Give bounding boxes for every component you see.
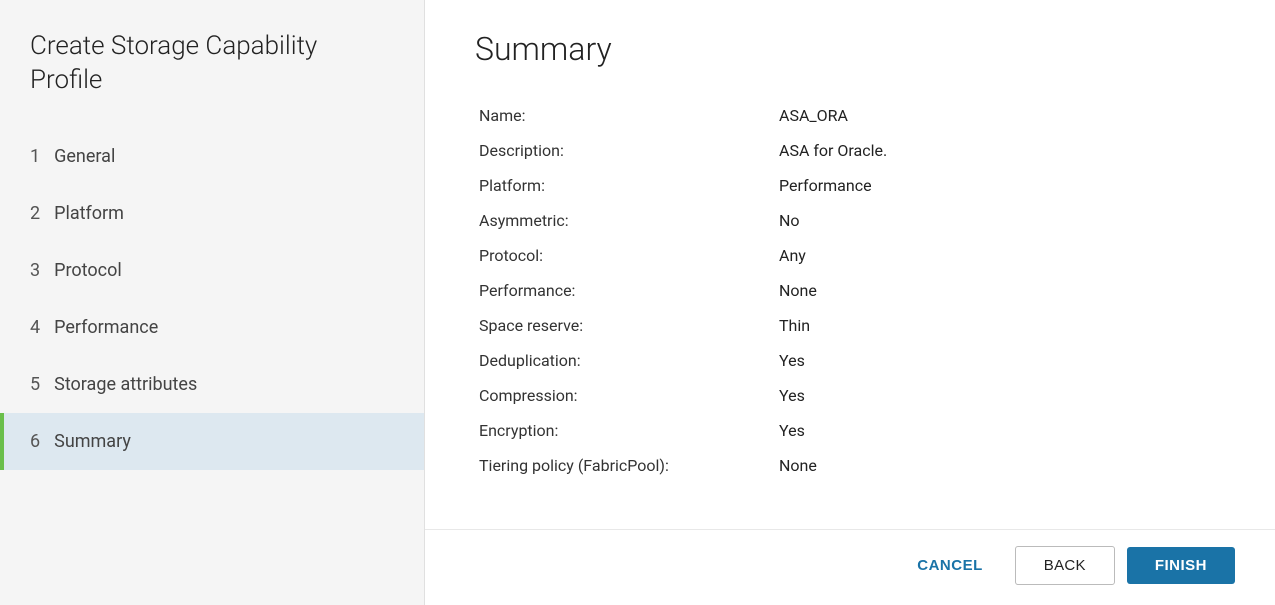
field-value: ASA_ORA	[775, 98, 1225, 133]
field-value: Performance	[775, 168, 1225, 203]
field-label: Compression:	[475, 378, 775, 413]
table-row: Compression:Yes	[475, 378, 1225, 413]
table-row: Asymmetric:No	[475, 203, 1225, 238]
field-label: Name:	[475, 98, 775, 133]
main-content: Summary Name:ASA_ORADescription:ASA for …	[425, 0, 1275, 605]
field-value: None	[775, 448, 1225, 483]
field-label: Protocol:	[475, 238, 775, 273]
sidebar-step-summary[interactable]: 6 Summary	[0, 413, 424, 470]
cancel-button[interactable]: CANCEL	[897, 547, 1003, 584]
step-label: Protocol	[54, 260, 122, 281]
table-row: Platform:Performance	[475, 168, 1225, 203]
field-label: Deduplication:	[475, 343, 775, 378]
summary-table: Name:ASA_ORADescription:ASA for Oracle.P…	[475, 98, 1225, 483]
sidebar-title: Create Storage Capability Profile	[0, 30, 424, 128]
step-number: 4	[30, 317, 40, 338]
field-value: None	[775, 273, 1225, 308]
table-row: Deduplication:Yes	[475, 343, 1225, 378]
table-row: Protocol:Any	[475, 238, 1225, 273]
field-label: Encryption:	[475, 413, 775, 448]
table-row: Space reserve:Thin	[475, 308, 1225, 343]
sidebar-step-platform[interactable]: 2 Platform	[0, 185, 424, 242]
sidebar-step-protocol[interactable]: 3 Protocol	[0, 242, 424, 299]
table-row: Description:ASA for Oracle.	[475, 133, 1225, 168]
field-label: Platform:	[475, 168, 775, 203]
sidebar-step-general[interactable]: 1 General	[0, 128, 424, 185]
field-label: Space reserve:	[475, 308, 775, 343]
step-number: 3	[30, 260, 40, 281]
step-number: 2	[30, 203, 40, 224]
field-value: Yes	[775, 343, 1225, 378]
sidebar-step-performance[interactable]: 4 Performance	[0, 299, 424, 356]
table-row: Tiering policy (FabricPool):None	[475, 448, 1225, 483]
sidebar: Create Storage Capability Profile 1 Gener…	[0, 0, 425, 605]
field-label: Asymmetric:	[475, 203, 775, 238]
field-label: Performance:	[475, 273, 775, 308]
finish-button[interactable]: FINISH	[1127, 547, 1235, 584]
field-value: ASA for Oracle.	[775, 133, 1225, 168]
step-number: 5	[30, 374, 40, 395]
summary-title: Summary	[475, 30, 1225, 68]
field-value: No	[775, 203, 1225, 238]
table-row: Encryption:Yes	[475, 413, 1225, 448]
table-row: Name:ASA_ORA	[475, 98, 1225, 133]
table-row: Performance:None	[475, 273, 1225, 308]
step-label: Performance	[54, 317, 158, 338]
back-button[interactable]: BACK	[1015, 546, 1115, 585]
step-label: Storage attributes	[54, 374, 197, 395]
field-value: Any	[775, 238, 1225, 273]
main-scroll: Summary Name:ASA_ORADescription:ASA for …	[425, 0, 1275, 529]
sidebar-steps: 1General2Platform3Protocol4Performance5S…	[0, 128, 424, 605]
field-value: Yes	[775, 413, 1225, 448]
field-value: Thin	[775, 308, 1225, 343]
sidebar-step-storage-attributes[interactable]: 5 Storage attributes	[0, 356, 424, 413]
step-label: Platform	[54, 203, 124, 224]
step-label: General	[54, 146, 115, 167]
step-label: Summary	[54, 431, 131, 452]
field-label: Description:	[475, 133, 775, 168]
field-label: Tiering policy (FabricPool):	[475, 448, 775, 483]
field-value: Yes	[775, 378, 1225, 413]
step-number: 1	[30, 146, 40, 167]
footer: CANCEL BACK FINISH	[425, 529, 1275, 605]
step-number: 6	[30, 431, 40, 452]
